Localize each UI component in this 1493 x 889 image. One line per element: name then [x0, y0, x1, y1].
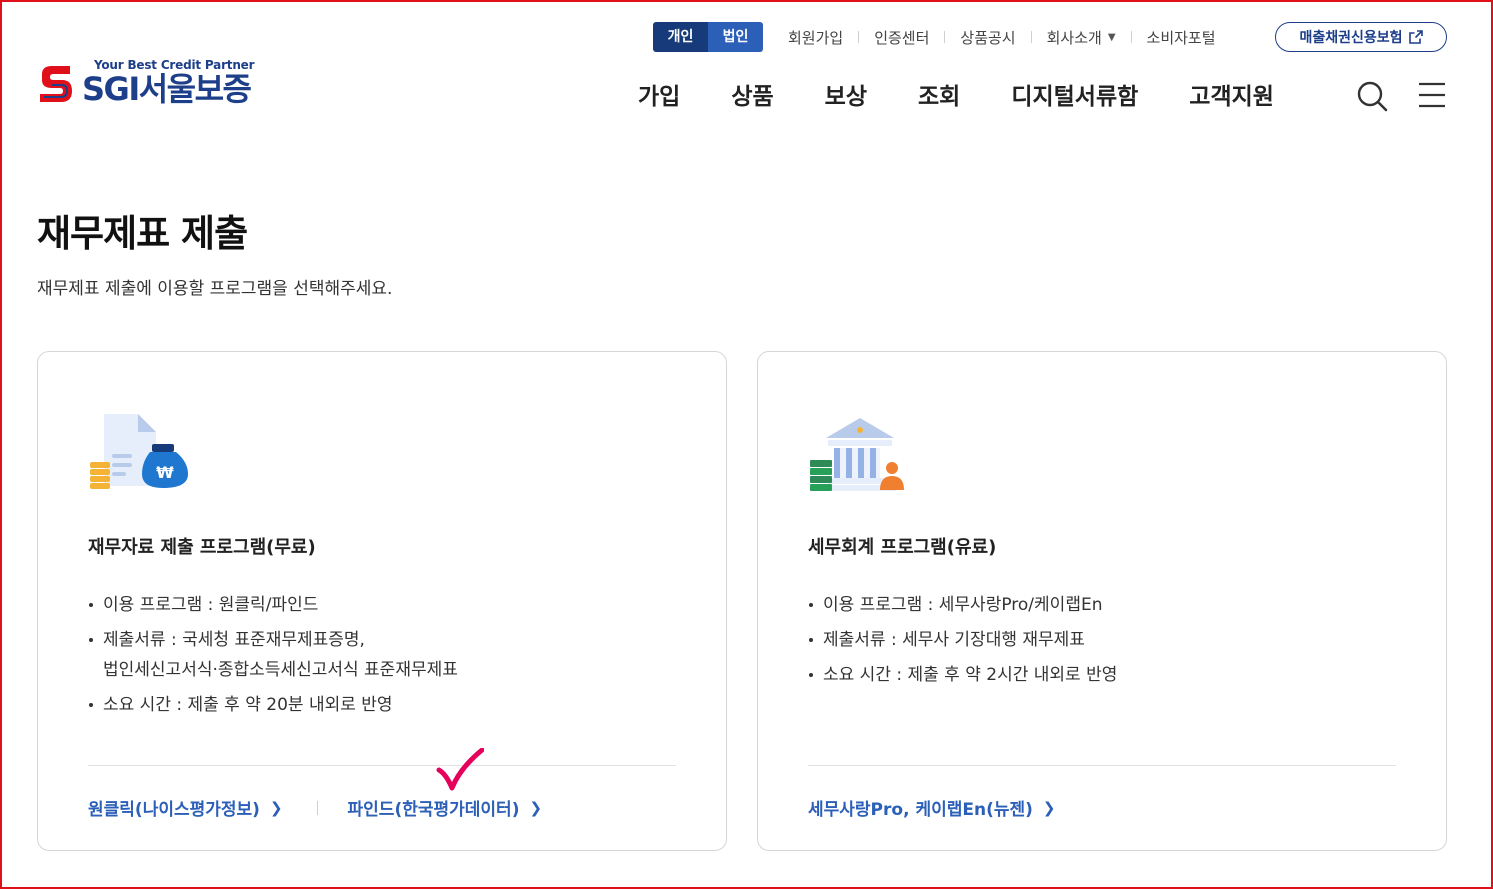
link-divider: [316, 800, 318, 815]
brand-name: SGI서울보증: [82, 70, 252, 108]
bank-building-icon: [810, 418, 904, 491]
card-divider: [808, 765, 1396, 766]
list-item: 이용 프로그램 : 원클릭/파인드: [88, 590, 458, 620]
sewoo-kleb-newgen-link[interactable]: 세무사랑Pro, 케이랩En(뉴젠) ❯: [808, 795, 1056, 821]
page-title: 재무제표 제출: [37, 212, 248, 255]
utility-links: 회원가입 인증센터 상품공시 회사소개 ▼ 소비자포털: [788, 26, 1216, 48]
util-divider: [1130, 31, 1132, 43]
checkmark-icon: [436, 748, 484, 791]
nav-item-customer-support[interactable]: 고객지원: [1189, 80, 1274, 114]
chevron-right-icon: ❯: [269, 798, 283, 817]
toggle-personal[interactable]: 개인: [653, 22, 708, 52]
sgi-logo-icon: [40, 66, 72, 102]
external-link-icon: [1408, 30, 1423, 44]
page-description: 재무제표 제출에 이용할 프로그램을 선택해주세요.: [37, 279, 393, 299]
hamburger-menu-icon[interactable]: [1418, 82, 1446, 108]
util-divider: [944, 31, 946, 43]
chevron-right-icon: ❯: [1042, 798, 1056, 817]
nav-item-join[interactable]: 가입: [638, 80, 680, 114]
card-title: 세무회계 프로그램(유료): [808, 537, 997, 558]
nav-item-inquiry[interactable]: 조회: [918, 80, 960, 114]
paid-program-card: 세무회계 프로그램(유료) 이용 프로그램 : 세무사랑Pro/케이랩En 제출…: [757, 351, 1447, 851]
document-money-bag-icon: ₩: [90, 414, 188, 489]
chevron-right-icon: ❯: [529, 798, 543, 817]
list-item: 제출서류 : 국세청 표준재무제표증명, 법인세신고서식·종합소득세신고서식 표준…: [88, 625, 458, 685]
card-links: 원클릭(나이스평가정보) ❯ 파인드(한국평가데이터) ❯: [88, 795, 543, 821]
link-label: 파인드(한국평가데이터): [347, 800, 520, 820]
util-divider: [1030, 31, 1032, 43]
list-item: 제출서류 : 세무사 기장대행 재무제표: [808, 625, 1117, 655]
list-item: 소요 시간 : 제출 후 약 20분 내외로 반영: [88, 690, 458, 720]
brand-logo[interactable]: Your Best Credit Partner SGI서울보증: [36, 58, 255, 108]
card-info-list: 이용 프로그램 : 세무사랑Pro/케이랩En 제출서류 : 세무사 기장대행 …: [808, 590, 1117, 695]
oneclick-nice-link[interactable]: 원클릭(나이스평가정보) ❯: [88, 795, 283, 821]
link-label: 원클릭(나이스평가정보): [88, 800, 260, 820]
nav-item-claims[interactable]: 보상: [825, 80, 867, 114]
list-item-line: 법인세신고서식·종합소득세신고서식 표준재무제표: [103, 660, 458, 680]
card-divider: [88, 765, 676, 766]
svg-text:₩: ₩: [156, 463, 174, 482]
find-kodata-link[interactable]: 파인드(한국평가데이터) ❯: [347, 795, 543, 821]
util-link-product-disclosure[interactable]: 상품공시: [960, 27, 1015, 48]
list-item-line: 제출서류 : 국세청 표준재무제표증명,: [103, 630, 365, 650]
toggle-corporate[interactable]: 법인: [708, 22, 763, 52]
card-links: 세무사랑Pro, 케이랩En(뉴젠) ❯: [808, 795, 1056, 821]
util-link-certification[interactable]: 인증센터: [874, 27, 929, 48]
nav-item-products[interactable]: 상품: [731, 80, 773, 114]
sales-credit-insurance-button[interactable]: 매출채권신용보험: [1275, 22, 1447, 52]
search-icon[interactable]: [1356, 80, 1388, 112]
util-link-company[interactable]: 회사소개: [1047, 27, 1102, 48]
list-item: 이용 프로그램 : 세무사랑Pro/케이랩En: [808, 590, 1117, 620]
list-item: 소요 시간 : 제출 후 약 2시간 내외로 반영: [808, 660, 1117, 690]
util-link-consumer-portal[interactable]: 소비자포털: [1147, 27, 1216, 48]
nav-item-digital-documents[interactable]: 디지털서류함: [1011, 80, 1138, 114]
link-label: 세무사랑Pro, 케이랩En(뉴젠): [808, 800, 1033, 820]
util-link-signup[interactable]: 회원가입: [788, 27, 843, 48]
free-program-card: ₩ 재무자료 제출 프로그램(무료) 이용 프로그램 : 원클릭/파인드 제출서…: [37, 351, 727, 851]
caret-down-icon[interactable]: ▼: [1108, 32, 1116, 43]
card-title: 재무자료 제출 프로그램(무료): [88, 537, 316, 558]
sales-button-label: 매출채권신용보험: [1299, 30, 1403, 46]
card-info-list: 이용 프로그램 : 원클릭/파인드 제출서류 : 국세청 표준재무제표증명, 법인…: [88, 590, 458, 725]
customer-type-toggle: 개인 법인: [653, 22, 763, 52]
util-divider: [858, 31, 860, 43]
main-navigation: 가입 상품 보상 조회 디지털서류함 고객지원: [638, 80, 1274, 114]
